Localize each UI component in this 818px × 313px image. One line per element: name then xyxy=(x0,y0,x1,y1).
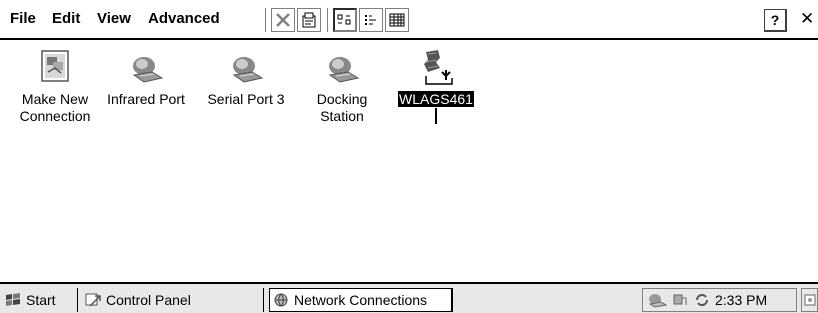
menu-edit[interactable]: Edit xyxy=(52,10,80,28)
properties-icon xyxy=(302,12,316,28)
taskbar-control-panel[interactable]: Control Panel xyxy=(82,288,264,312)
network-globe-icon xyxy=(274,293,288,307)
desktop-icon xyxy=(804,294,815,306)
start-button[interactable]: Start xyxy=(2,288,78,312)
taskbar-network-connections[interactable]: Network Connections xyxy=(269,288,453,312)
menu-view[interactable]: View xyxy=(97,10,131,28)
network-device-icon xyxy=(132,57,164,83)
menu-advanced[interactable]: Advanced xyxy=(148,10,220,28)
taskbar-label: Control Panel xyxy=(106,292,191,308)
connection-label xyxy=(435,108,437,124)
menu-toolbar-bar: File Edit View Advanced ? ✕ xyxy=(0,0,818,40)
delete-button[interactable] xyxy=(271,8,295,32)
details-icon xyxy=(389,13,405,27)
toolbar-separator xyxy=(265,8,266,32)
device-status-icon[interactable] xyxy=(671,292,689,308)
help-button[interactable]: ? xyxy=(764,9,787,32)
menu-file[interactable]: File xyxy=(10,10,36,28)
connection-label xyxy=(245,108,247,124)
new-connection-icon xyxy=(41,50,69,82)
sync-status-icon[interactable] xyxy=(693,292,711,308)
delete-icon xyxy=(276,13,290,27)
system-tray: 2:33 PM xyxy=(642,288,797,312)
clock[interactable]: 2:33 PM xyxy=(715,292,767,308)
taskbar-label: Network Connections xyxy=(294,292,428,308)
control-panel-icon xyxy=(85,293,101,307)
network-device-icon xyxy=(328,57,360,83)
toolbar-separator xyxy=(327,8,328,32)
show-desktop-button[interactable] xyxy=(801,288,818,312)
connection-label: WLAGS461 xyxy=(398,91,474,107)
details-button[interactable] xyxy=(385,8,409,32)
connection-label xyxy=(145,108,147,124)
start-label: Start xyxy=(26,292,56,308)
connection-label: Infrared Port xyxy=(107,91,185,107)
large-icons-icon xyxy=(337,14,351,25)
connection-label: Station xyxy=(320,108,364,124)
properties-button[interactable] xyxy=(297,8,321,32)
network-device-icon xyxy=(232,57,264,83)
small-icons-button[interactable] xyxy=(359,8,383,32)
connection-label: Connection xyxy=(19,108,91,124)
windows-flag-icon xyxy=(6,293,20,306)
connections-view: Make New Connection Infrared Port Serial… xyxy=(0,40,818,282)
connection-label: Make New xyxy=(21,91,89,107)
wireless-adapter-icon xyxy=(424,50,453,85)
small-icons-icon xyxy=(365,15,376,25)
large-icons-button[interactable] xyxy=(333,8,357,32)
close-button[interactable]: ✕ xyxy=(800,9,814,29)
connection-label: Serial Port 3 xyxy=(207,91,285,107)
connection-label: Docking xyxy=(316,91,368,107)
network-status-icon[interactable] xyxy=(647,292,667,308)
taskbar: Start Control Panel Network Connections … xyxy=(0,282,818,313)
